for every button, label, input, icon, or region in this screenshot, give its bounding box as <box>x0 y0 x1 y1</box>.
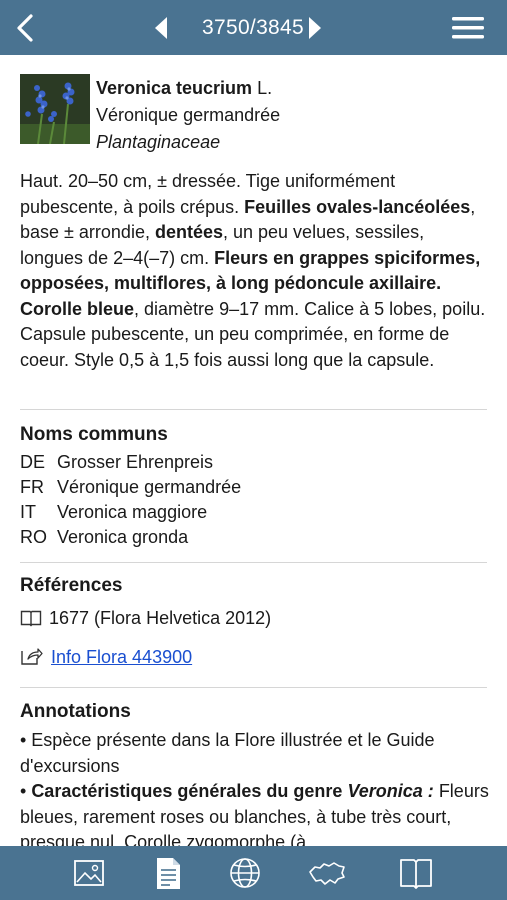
species-author: L. <box>257 78 273 98</box>
annotation-item: • Espèce présente dans la Flore illustré… <box>20 730 435 776</box>
back-icon[interactable] <box>10 10 44 46</box>
image-icon[interactable] <box>71 855 107 891</box>
previous-species-icon[interactable] <box>150 13 174 43</box>
common-name-row: FR Véronique germandrée <box>20 477 242 497</box>
globe-icon[interactable] <box>227 855 263 891</box>
section-divider <box>20 562 487 563</box>
scientific-name: Veronica teucrium <box>96 78 253 98</box>
species-common-name: Véronique germandrée <box>96 105 281 125</box>
section-divider <box>20 687 487 688</box>
species-photo-thumbnail[interactable] <box>20 74 90 144</box>
menu-icon[interactable] <box>448 13 488 43</box>
species-description: Haut. 20–50 cm, ± dressée. Tige uniformé… <box>20 171 486 370</box>
book-icon <box>20 610 42 627</box>
annotations-title: Annotations <box>20 701 131 722</box>
species-detail-content[interactable]: Veronica teucrium L. Véronique germandré… <box>0 55 507 846</box>
info-flora-link[interactable]: Info Flora 443900 <box>51 647 192 667</box>
references-title: Références <box>20 575 123 596</box>
species-family: Plantaginaceae <box>96 132 221 152</box>
common-name-row: DE Grosser Ehrenpreis <box>20 452 214 472</box>
external-link-icon <box>21 648 43 665</box>
annotation-item: • Caractéristiques générales du genre Ve… <box>20 781 489 846</box>
common-name-row: RO Veronica gronda <box>20 527 189 547</box>
common-name-row: IT Veronica maggiore <box>20 502 208 522</box>
species-title-block: Veronica teucrium L. Véronique germandré… <box>96 75 496 156</box>
info-flora-reference[interactable]: Info Flora 443900 <box>20 644 192 670</box>
common-names-list: DE Grosser Ehrenpreis FR Véronique germand… <box>20 450 241 550</box>
top-navigation-bar: 3750/3845 <box>0 0 507 55</box>
next-species-icon[interactable] <box>302 13 326 43</box>
annotations-list: • Espèce présente dans la Flore illustré… <box>20 728 490 846</box>
book-reference: 1677 (Flora Helvetica 2012) <box>20 605 271 631</box>
section-divider <box>20 409 487 410</box>
common-names-title: Noms communs <box>20 424 168 445</box>
document-icon[interactable] <box>150 855 186 891</box>
bottom-toolbar <box>0 846 507 900</box>
book-icon[interactable] <box>398 855 434 891</box>
switzerland-map-icon[interactable] <box>307 855 345 891</box>
